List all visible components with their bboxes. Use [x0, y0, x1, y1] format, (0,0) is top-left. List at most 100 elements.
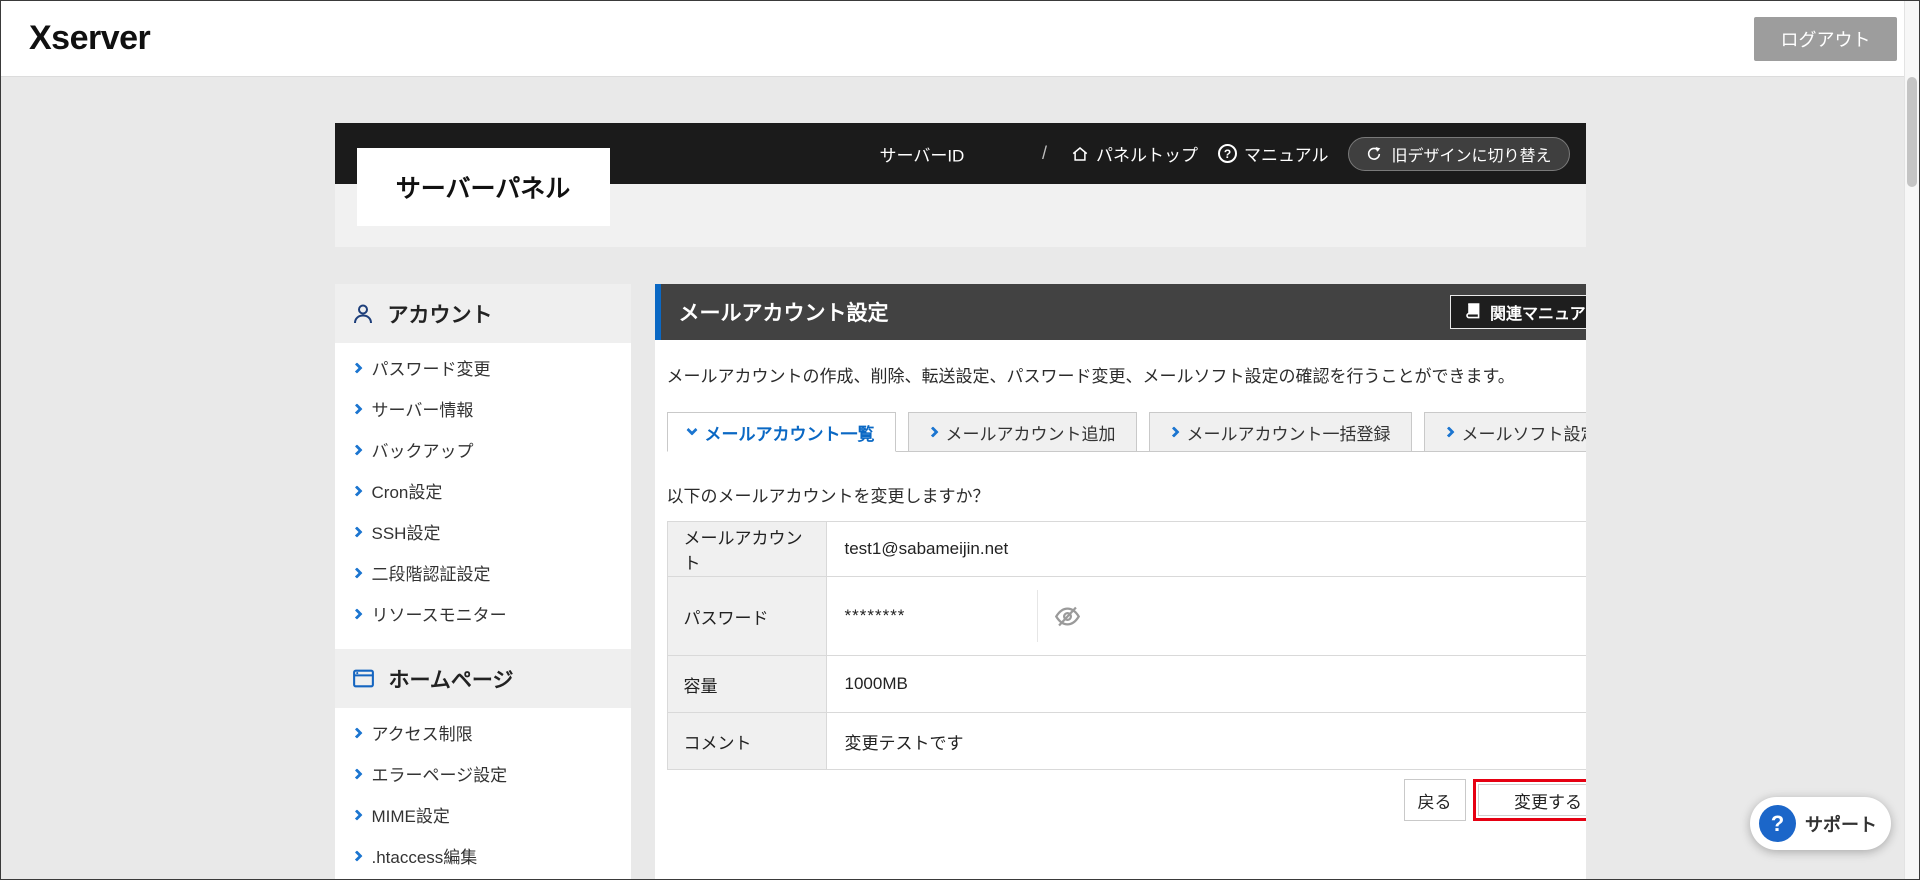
panel-nav: / パネルトップ ? マニュアル 旧デザインに切り替え	[1042, 136, 1570, 171]
server-panel-brand[interactable]: サーバーパネル	[356, 148, 610, 226]
tab-mail-software-settings[interactable]: メールソフト設定	[1423, 412, 1586, 452]
sidebar-item-label: サーバー情報	[371, 401, 474, 420]
row-label: コメント	[666, 712, 827, 770]
scrollbar-thumb[interactable]	[1907, 77, 1917, 187]
manual-link[interactable]: ? マニュアル	[1217, 141, 1329, 166]
sidebar-item-label: .htaccess編集	[371, 848, 478, 867]
row-label: メールアカウント	[666, 521, 827, 577]
scrollbar[interactable]	[1904, 1, 1919, 879]
mail-account-table: メールアカウント test1@sabameijin.net パスワード ****…	[666, 521, 1586, 770]
chevron-right-icon	[1442, 426, 1455, 438]
chevron-right-icon	[350, 726, 363, 739]
logout-button[interactable]: ログアウト	[1754, 16, 1897, 61]
sidebar-item-password-change[interactable]: パスワード変更	[335, 347, 631, 388]
panel-header: サーバーパネル サーバーID / パネルトップ ? マニュアル 旧デザインに切り…	[334, 123, 1586, 226]
server-id-label: サーバーID	[879, 146, 965, 165]
sidebar-item-mime[interactable]: MIME設定	[335, 794, 631, 835]
sidebar-item-access-restriction[interactable]: アクセス制限	[335, 712, 631, 753]
chevron-right-icon	[350, 525, 363, 538]
sidebar-menu-account: パスワード変更 サーバー情報 バックアップ Cron設定 SSH設定 二段階認証…	[335, 343, 631, 638]
chevron-right-icon	[1167, 426, 1180, 438]
sidebar-item-label: バックアップ	[371, 442, 474, 461]
chevron-right-icon	[350, 402, 363, 415]
table-row-password: パスワード ********	[666, 576, 1586, 656]
sidebar-item-label: MIME設定	[371, 807, 450, 826]
sidebar-section-homepage: ホームページ	[334, 649, 631, 708]
panel-top-link[interactable]: パネルトップ	[1071, 141, 1198, 166]
tab-bar: メールアカウント一覧 メールアカウント追加 メールアカウント一括登録 メールソフ…	[666, 411, 1586, 452]
sidebar: アカウント パスワード変更 サーバー情報 バックアップ Cron設定 SSH設定…	[334, 284, 631, 879]
related-manual-label: 関連マニュアル	[1489, 306, 1586, 323]
row-value: 変更テストです	[825, 712, 1586, 770]
tab-label: メールソフト設定	[1461, 424, 1586, 444]
eye-off-icon	[1054, 603, 1081, 630]
tab-mail-account-bulk-register[interactable]: メールアカウント一括登録	[1148, 412, 1412, 452]
switch-old-design-button[interactable]: 旧デザインに切り替え	[1348, 136, 1570, 171]
browser-page: Xserver ログアウト サーバーパネル サーバーID / パネルトップ ? …	[0, 0, 1920, 880]
home-icon	[1071, 145, 1089, 163]
sidebar-item-two-factor[interactable]: 二段階認証設定	[335, 552, 631, 593]
sidebar-item-label: エラーページ設定	[371, 766, 508, 785]
support-button[interactable]: ? サポート	[1750, 797, 1891, 850]
question-icon: ?	[1759, 805, 1796, 842]
sidebar-item-label: アクセス制限	[371, 725, 473, 744]
tab-label: メールアカウント一括登録	[1186, 424, 1391, 444]
book-icon	[1465, 303, 1481, 321]
chevron-right-icon	[350, 566, 363, 579]
manual-label: マニュアル	[1243, 146, 1329, 165]
topbar: Xserver ログアウト	[1, 1, 1919, 77]
related-manual-button[interactable]: 関連マニュアル	[1449, 295, 1586, 329]
row-label: 容量	[666, 655, 827, 713]
sidebar-item-error-page[interactable]: エラーページ設定	[335, 753, 631, 794]
sidebar-item-backup[interactable]: バックアップ	[335, 429, 631, 470]
sidebar-item-htaccess[interactable]: .htaccess編集	[335, 835, 631, 876]
chevron-right-icon	[350, 607, 363, 620]
sidebar-item-label: リソースモニター	[371, 606, 507, 625]
sidebar-item-cron[interactable]: Cron設定	[335, 470, 631, 511]
row-value: 1000MB	[825, 655, 1586, 713]
tab-label: メールアカウント追加	[945, 424, 1116, 444]
submit-button[interactable]: 変更する	[1477, 784, 1586, 816]
tab-label: メールアカウント一覧	[704, 424, 875, 444]
sidebar-menu-homepage: アクセス制限 エラーページ設定 MIME設定 .htaccess編集 サイト転送…	[335, 708, 631, 879]
support-label: サポート	[1805, 814, 1877, 835]
question-circle-icon: ?	[1217, 144, 1237, 163]
sidebar-item-ssh[interactable]: SSH設定	[335, 511, 631, 552]
sidebar-item-label: パスワード変更	[371, 360, 491, 379]
tab-mail-account-add[interactable]: メールアカウント追加	[907, 412, 1137, 452]
confirm-question: 以下のメールアカウントを変更しますか？	[666, 487, 990, 506]
refresh-icon	[1366, 146, 1382, 162]
password-value-cell: ********	[845, 590, 1586, 642]
table-row-mail-account: メールアカウント test1@sabameijin.net	[666, 521, 1586, 577]
toggle-password-visibility-button[interactable]	[1054, 603, 1081, 630]
chevron-right-icon	[350, 443, 363, 456]
row-value: test1@sabameijin.net	[825, 521, 1586, 577]
page-title: メールアカウント設定	[678, 302, 889, 325]
page-title-bar: メールアカウント設定 関連マニュアル	[654, 284, 1586, 340]
table-row-quota: 容量 1000MB	[666, 655, 1586, 713]
sidebar-item-label: 二段階認証設定	[371, 565, 491, 584]
row-label: パスワード	[666, 576, 827, 656]
xserver-logo[interactable]: Xserver	[29, 19, 151, 58]
sidebar-section-title: アカウント	[387, 303, 493, 327]
sidebar-item-site-transfer[interactable]: サイト転送設定	[335, 876, 631, 879]
sidebar-section-title: ホームページ	[388, 668, 514, 692]
sidebar-section-account: アカウント	[334, 284, 631, 343]
sidebar-item-label: Cron設定	[371, 483, 443, 502]
submit-highlight-box: 変更する	[1472, 779, 1586, 821]
sidebar-item-server-info[interactable]: サーバー情報	[335, 388, 631, 429]
table-row-comment: コメント 変更テストです	[666, 712, 1586, 770]
chevron-right-icon	[350, 484, 363, 497]
sidebar-item-resource-monitor[interactable]: リソースモニター	[335, 593, 631, 634]
browser-icon	[351, 666, 376, 691]
back-button[interactable]: 戻る	[1403, 779, 1466, 821]
description: メールアカウントの作成、削除、転送設定、パスワード変更、メールソフト設定の確認を…	[666, 367, 1515, 386]
masked-password: ********	[844, 606, 906, 625]
chevron-right-icon	[350, 361, 363, 374]
chevron-down-icon	[685, 424, 698, 436]
chevron-right-icon	[350, 808, 363, 821]
tab-mail-account-list[interactable]: メールアカウント一覧	[666, 412, 896, 452]
old-design-label: 旧デザインに切り替え	[1391, 147, 1552, 165]
sidebar-item-label: SSH設定	[371, 524, 441, 543]
panel-top-label: パネルトップ	[1095, 146, 1198, 165]
